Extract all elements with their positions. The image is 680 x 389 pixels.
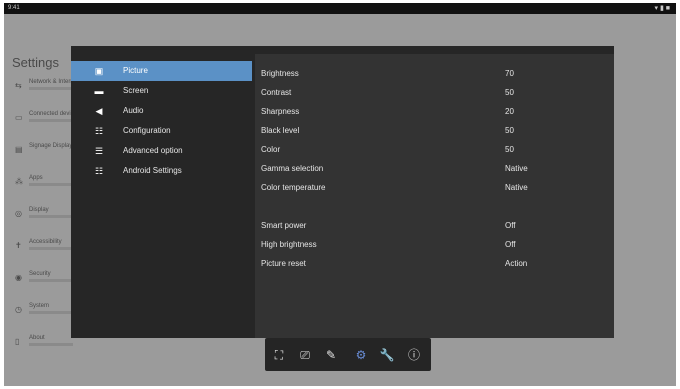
- bg-item-network[interactable]: ⇆ Network & Internet: [4, 77, 79, 101]
- bg-item-label: Display: [29, 207, 49, 213]
- menu-item-label: Audio: [123, 106, 144, 115]
- pen-icon[interactable]: ✎: [322, 346, 340, 364]
- menu-item-label: Configuration: [123, 126, 171, 135]
- system-icon: ◷: [15, 305, 22, 314]
- wrench-icon[interactable]: 🔧: [378, 346, 396, 364]
- setting-label: Picture reset: [261, 259, 306, 268]
- setting-row-picture-reset[interactable]: Picture reset Action: [255, 254, 614, 273]
- signage-icon: ▤: [15, 145, 23, 154]
- bg-item-label: Signage Display: [29, 143, 73, 149]
- bg-item-about[interactable]: ▯ About: [4, 333, 74, 357]
- menu-item-picture[interactable]: ▣ Picture: [71, 61, 252, 81]
- fullscreen-icon[interactable]: ⛶: [270, 346, 288, 364]
- setting-row-sharpness[interactable]: Sharpness 20: [255, 102, 614, 121]
- devices-icon: ▭: [15, 113, 23, 122]
- menu-item-audio[interactable]: ◀ Audio: [71, 101, 252, 121]
- setting-row-black-level[interactable]: Black level 50: [255, 121, 614, 140]
- menu-item-label: Android Settings: [123, 166, 182, 175]
- speaker-icon: ◀: [95, 106, 103, 116]
- bottom-toolbar: ⛶ ⎚ ✎ ⚙ 🔧 ⓘ: [265, 338, 431, 371]
- info-icon[interactable]: ⓘ: [405, 346, 423, 364]
- picture-icon: ▣: [94, 66, 104, 76]
- display-icon: ◎: [15, 209, 22, 218]
- bg-item-accessibility[interactable]: ✝ Accessibility: [4, 237, 74, 261]
- setting-value: Action: [505, 259, 528, 268]
- setting-value: Off: [505, 221, 516, 230]
- setting-label: Gamma selection: [261, 164, 324, 173]
- menu-item-screen[interactable]: ▬ Screen: [71, 81, 252, 101]
- bg-item-connected-devices[interactable]: ▭ Connected devices: [4, 109, 80, 133]
- bg-item-label: Apps: [29, 175, 43, 181]
- setting-row-smart-power[interactable]: Smart power Off: [255, 216, 614, 235]
- bg-item-signage-display[interactable]: ▤ Signage Display: [4, 141, 74, 165]
- setting-value: 50: [505, 88, 514, 97]
- setting-label: Black level: [261, 126, 300, 135]
- setting-value: Off: [505, 240, 516, 249]
- menu-item-android-settings[interactable]: ☷ Android Settings: [71, 161, 252, 181]
- advanced-sliders-icon: ☰: [94, 146, 104, 156]
- setting-label: Color temperature: [261, 183, 326, 192]
- screen-icon: ▬: [94, 86, 104, 96]
- network-icon: ⇆: [15, 81, 22, 90]
- setting-label: Brightness: [261, 69, 299, 78]
- setting-value: 20: [505, 107, 514, 116]
- security-icon: ◉: [15, 273, 22, 282]
- bg-item-apps[interactable]: ⁂ Apps: [4, 173, 74, 197]
- setting-value: 70: [505, 69, 514, 78]
- setting-row-color[interactable]: Color 50: [255, 140, 614, 159]
- picture-settings-panel: Brightness 70 Contrast 50 Sharpness 20 B…: [255, 54, 614, 338]
- setting-label: Color: [261, 145, 281, 154]
- setting-row-gamma-selection[interactable]: Gamma selection Native: [255, 159, 614, 178]
- accessibility-icon: ✝: [15, 241, 22, 250]
- sliders-icon: ☷: [94, 126, 104, 136]
- settings-title: Settings: [12, 55, 59, 70]
- setting-label: Smart power: [261, 221, 307, 230]
- setting-label: High brightness: [261, 240, 317, 249]
- bg-item-label: About: [29, 335, 45, 341]
- setting-label: Contrast: [261, 88, 292, 97]
- bg-item-label: Security: [29, 271, 51, 277]
- setting-row-color-temperature[interactable]: Color temperature Native: [255, 178, 614, 197]
- menu-item-label: Picture: [123, 66, 148, 75]
- menu-item-label: Screen: [123, 86, 149, 95]
- status-bar: 9:41 ▾ ▮ ■: [4, 3, 676, 14]
- status-icons: ▾ ▮ ■: [654, 5, 670, 12]
- setting-row-contrast[interactable]: Contrast 50: [255, 83, 614, 102]
- setting-row-disabled: [255, 197, 614, 216]
- menu-item-label: Advanced option: [123, 146, 183, 155]
- setting-value: 50: [505, 126, 514, 135]
- bg-item-label: System: [29, 303, 50, 309]
- status-time: 9:41: [8, 5, 20, 11]
- screen: 9:41 ▾ ▮ ■ Settings ⇆ Network & Internet…: [4, 3, 676, 386]
- bg-item-display[interactable]: ◎ Display: [4, 205, 74, 229]
- gear-icon[interactable]: ⚙: [352, 346, 370, 364]
- bg-item-label: Accessibility: [29, 239, 62, 245]
- menu-item-configuration[interactable]: ☷ Configuration: [71, 121, 252, 141]
- setting-row-high-brightness[interactable]: High brightness Off: [255, 235, 614, 254]
- setting-value: Native: [505, 183, 528, 192]
- setting-value: 50: [505, 145, 514, 154]
- screen-icon[interactable]: ⎚: [296, 346, 314, 364]
- bg-item-system[interactable]: ◷ System: [4, 301, 74, 325]
- setting-row-brightness[interactable]: Brightness 70: [255, 64, 614, 83]
- about-icon: ▯: [15, 337, 20, 346]
- android-settings-icon: ☷: [94, 166, 104, 176]
- setting-label: Sharpness: [261, 107, 300, 116]
- menu-item-advanced-option[interactable]: ☰ Advanced option: [71, 141, 252, 161]
- apps-icon: ⁂: [15, 177, 23, 186]
- bg-item-security[interactable]: ◉ Security: [4, 269, 74, 293]
- setting-value: Native: [505, 164, 528, 173]
- settings-dialog: ▣ Picture ▬ Screen ◀ Audio ☷ Configurati…: [71, 46, 614, 338]
